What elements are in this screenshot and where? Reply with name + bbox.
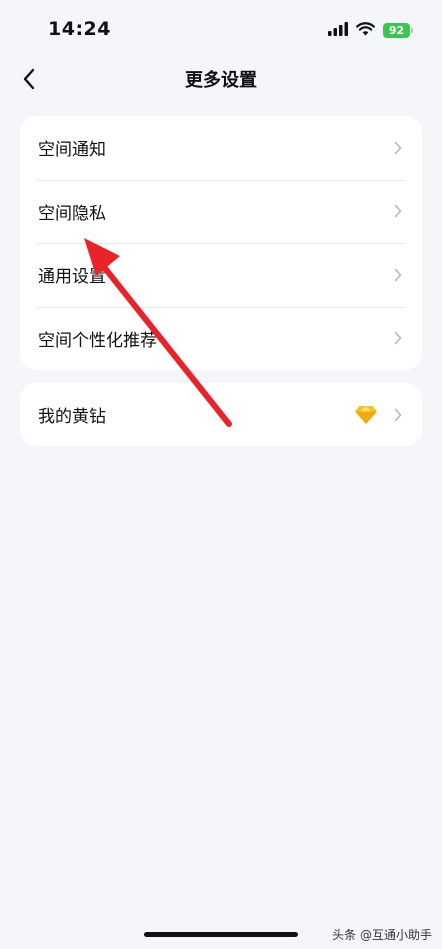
settings-item-label: 空间通知: [38, 140, 106, 161]
chevron-right-icon: [392, 267, 404, 283]
settings-item-label: 通用设置: [38, 267, 106, 288]
battery-icon: 92: [383, 22, 413, 38]
settings-item-label: 空间个性化推荐: [38, 330, 157, 351]
yellow-diamond-icon: [354, 405, 378, 425]
settings-card: 空间通知 空间隐私 通用设置 空间个性化推荐: [20, 116, 422, 370]
wifi-icon: [356, 21, 375, 40]
settings-item-yellow-diamond[interactable]: 我的黄钻: [20, 383, 422, 446]
nav-bar: 更多设置: [0, 56, 442, 102]
vip-card: 我的黄钻: [20, 383, 422, 446]
settings-item-privacy[interactable]: 空间隐私: [20, 179, 422, 244]
chevron-right-icon: [392, 203, 404, 219]
settings-item-personalized-recommendation[interactable]: 空间个性化推荐: [20, 306, 422, 371]
status-bar: 14:24 92: [0, 0, 442, 60]
battery-level: 92: [388, 23, 405, 37]
settings-item-notifications[interactable]: 空间通知: [20, 116, 422, 180]
chevron-right-icon: [392, 140, 404, 156]
page-title: 更多设置: [185, 70, 257, 91]
home-indicator[interactable]: [144, 932, 298, 937]
settings-item-label: 空间隐私: [38, 203, 106, 224]
settings-item-label: 我的黄钻: [38, 407, 106, 427]
status-icons: 92: [328, 20, 413, 40]
chevron-right-icon: [392, 407, 404, 423]
watermark: 头条 @互通小助手: [332, 928, 432, 942]
settings-item-general[interactable]: 通用设置: [20, 243, 422, 307]
chevron-right-icon: [392, 330, 404, 346]
signal-icon: [328, 21, 348, 40]
status-time: 14:24: [48, 18, 111, 40]
